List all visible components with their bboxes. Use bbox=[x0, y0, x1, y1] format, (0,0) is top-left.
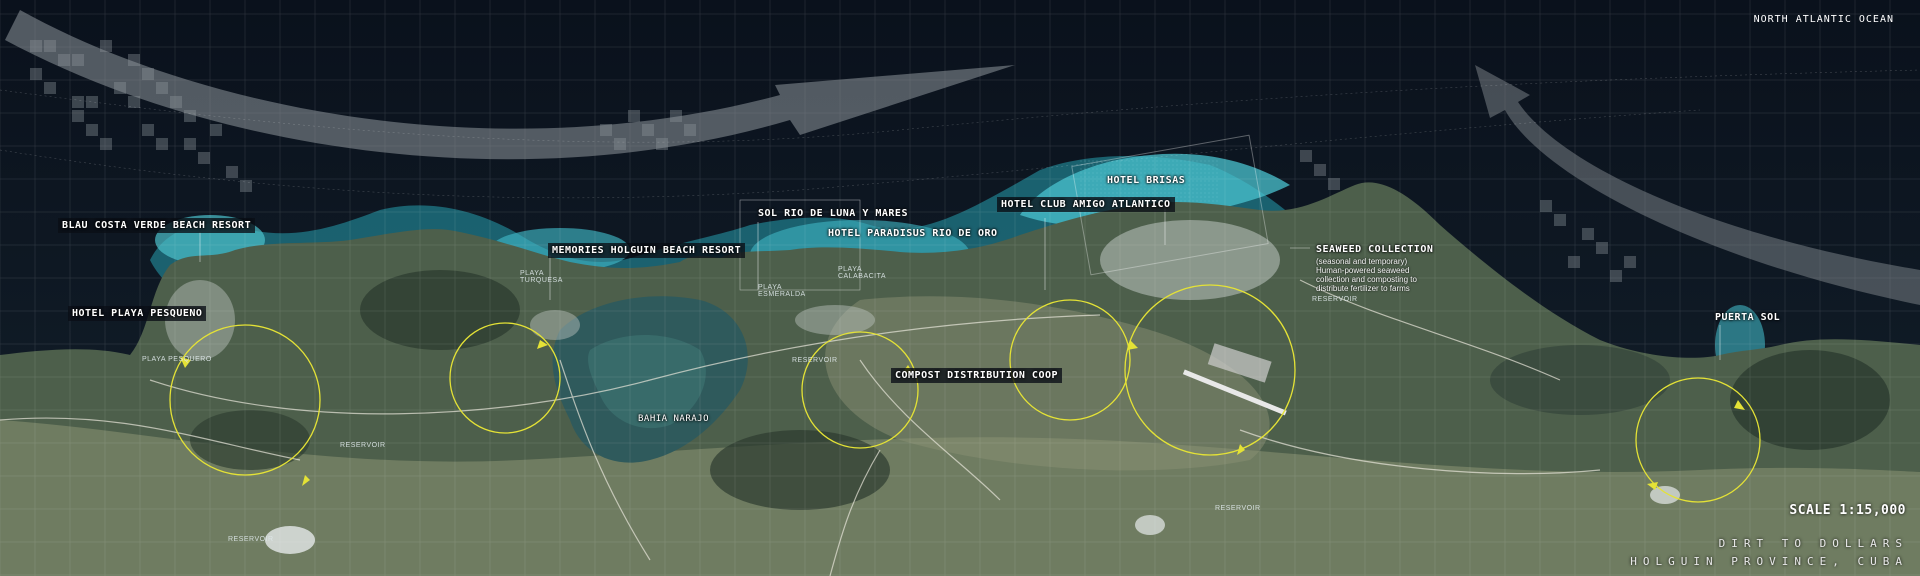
label-reservoir: RESERVOIR bbox=[1312, 296, 1358, 303]
label-hotel-club-amigo: HOTEL CLUB AMIGO ATLANTICO bbox=[997, 197, 1175, 212]
scale-label: SCALE 1:15,000 bbox=[1789, 503, 1906, 518]
forest bbox=[360, 270, 520, 350]
label-reservoir: RESERVOIR bbox=[792, 357, 838, 364]
forest bbox=[710, 430, 890, 510]
label-puerta-sol: PUERTA SOL bbox=[1715, 312, 1781, 323]
satellite-map bbox=[0, 0, 1920, 576]
map-title: DIRT TO DOLLARS bbox=[1718, 537, 1908, 550]
seaweed-desc-line2: Human-powered seaweed collection and com… bbox=[1316, 266, 1417, 293]
label-sol-rio-de-luna: SOL RIO DE LUNA Y MARES bbox=[758, 208, 908, 219]
urban-area bbox=[530, 310, 580, 340]
seaweed-desc-line1: (seasonal and temporary) bbox=[1316, 257, 1408, 266]
label-paradisus-rio-de-oro: HOTEL PARADISUS RIO DE ORO bbox=[828, 228, 998, 239]
label-reservoir: RESERVOIR bbox=[1215, 505, 1261, 512]
map-stage: NORTH ATLANTIC OCEAN BLAU COSTA VERDE BE… bbox=[0, 0, 1920, 576]
label-bahia-narajo: BAHIA NARAJO bbox=[638, 414, 710, 424]
map-subtitle: HOLGUIN PROVINCE, CUBA bbox=[1630, 555, 1908, 568]
cloud bbox=[1135, 515, 1165, 535]
label-hotel-brisas: HOTEL BRISAS bbox=[1107, 175, 1186, 186]
label-memories-holguin: MEMORIES HOLGUIN BEACH RESORT bbox=[548, 243, 746, 258]
label-hotel-playa-pesqueno: HOTEL PLAYA PESQUENO bbox=[68, 306, 207, 321]
label-playa-pesquero: PLAYA PESQUERO bbox=[142, 356, 212, 363]
label-playa-calabacita: PLAYA CALABACITA bbox=[838, 266, 887, 280]
forest bbox=[1730, 350, 1890, 450]
urban-area bbox=[795, 305, 875, 335]
forest bbox=[1490, 345, 1670, 415]
label-compost-distribution: COMPOST DISTRIBUTION COOP bbox=[891, 368, 1063, 383]
label-playa-turquesa: PLAYA TURQUESA bbox=[520, 270, 563, 284]
seaweed-description: (seasonal and temporary) Human-powered s… bbox=[1316, 257, 1426, 293]
label-playa-esmeralda: PLAYA ESMERALDA bbox=[758, 284, 806, 298]
label-blau-costa-verde: BLAU COSTA VERDE BEACH RESORT bbox=[58, 218, 256, 233]
ocean-label: NORTH ATLANTIC OCEAN bbox=[1753, 14, 1894, 25]
label-reservoir: RESERVOIR bbox=[228, 536, 274, 543]
label-seaweed-collection: SEAWEED COLLECTION bbox=[1316, 244, 1434, 255]
label-reservoir: RESERVOIR bbox=[340, 442, 386, 449]
